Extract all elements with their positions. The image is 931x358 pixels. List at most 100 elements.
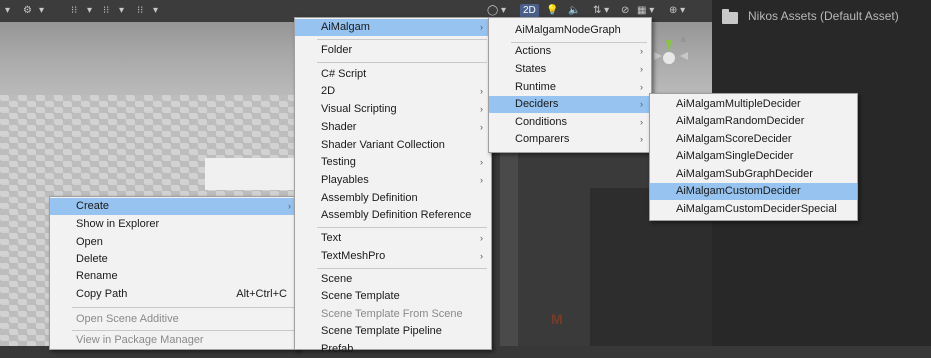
submenu-arrow-icon: › <box>480 175 483 185</box>
menu-item-conditions[interactable]: Conditions › <box>489 114 651 131</box>
menu-item-scene-template-pipeline[interactable]: Scene Template Pipeline <box>295 323 491 340</box>
menu-item-label: AiMalgamCustomDeciderSpecial <box>676 203 837 215</box>
effects-dropdown[interactable]: ⇅ ▾ <box>590 4 612 18</box>
menu-item-label: Assembly Definition Reference <box>321 209 472 221</box>
menu-item-label: Copy Path <box>76 288 128 300</box>
audio-toggle-icon[interactable]: 🔈 <box>565 4 583 18</box>
menu-item-custom-decider-special[interactable]: AiMalgamCustomDeciderSpecial <box>650 201 857 218</box>
menu-separator <box>72 330 295 331</box>
hidden-objects-icon[interactable]: ⊘ <box>618 4 632 18</box>
menu-item-label: AiMalgamScoreDecider <box>676 133 792 145</box>
menu-item-textmeshpro[interactable]: TextMeshPro › <box>295 248 491 265</box>
submenu-arrow-icon: › <box>640 46 643 56</box>
menu-item-runtime[interactable]: Runtime › <box>489 79 651 96</box>
menu-item-open-scene-additive: Open Scene Additive <box>50 311 299 328</box>
menu-item-label: Delete <box>76 253 108 265</box>
gizmo-tool-icon[interactable]: ⚙ <box>20 4 35 18</box>
menu-item-label: Scene <box>321 273 353 285</box>
menu-item-deciders[interactable]: Deciders › <box>489 96 651 113</box>
submenu-arrow-icon: › <box>480 122 483 132</box>
menu-item-prefab[interactable]: Prefab <box>295 341 491 358</box>
menu-item-label: Comparers <box>515 133 570 145</box>
menu-item-assembly-definition-reference[interactable]: Assembly Definition Reference <box>295 207 491 224</box>
menu-item-visual-scripting[interactable]: Visual Scripting › <box>295 101 491 118</box>
submenu-arrow-icon: › <box>288 201 291 211</box>
submenu-arrow-icon: › <box>640 134 643 144</box>
menu-item-create[interactable]: Create › <box>50 198 299 215</box>
grid-snapping-icon[interactable]: ⁝⁝ <box>68 4 80 18</box>
aimalgam-submenu: AiMalgamNodeGraph Actions › States › Run… <box>488 17 652 153</box>
menu-item-label: AiMalgamMultipleDecider <box>676 98 801 110</box>
menu-item-label: Open Scene Additive <box>76 313 179 325</box>
menu-item-testing[interactable]: Testing › <box>295 154 491 171</box>
menu-item-custom-decider[interactable]: AiMalgamCustomDecider <box>650 183 857 200</box>
menu-item-scene-template[interactable]: Scene Template <box>295 288 491 305</box>
submenu-arrow-icon: › <box>480 86 483 96</box>
menu-item-label: AiMalgam <box>321 21 370 33</box>
menu-item-label: Prefab <box>321 343 354 355</box>
menu-item-label: Visual Scripting <box>321 103 397 115</box>
svg-text:a: a <box>681 35 686 44</box>
submenu-arrow-icon: › <box>480 104 483 114</box>
menu-item-csharp-script[interactable]: C# Script <box>295 66 491 83</box>
camera-settings-dropdown[interactable]: ▦ ▾ <box>634 4 657 18</box>
submenu-arrow-icon: › <box>640 64 643 74</box>
menu-item-text[interactable]: Text › <box>295 230 491 247</box>
menu-item-states[interactable]: States › <box>489 61 651 78</box>
menu-item-random-decider[interactable]: AiMalgamRandomDecider <box>650 113 857 130</box>
menu-item-aimalgam-node-graph[interactable]: AiMalgamNodeGraph <box>489 22 651 39</box>
menu-item-shader-variant-collection[interactable]: Shader Variant Collection <box>295 137 491 154</box>
menu-item-assembly-definition[interactable]: Assembly Definition <box>295 190 491 207</box>
menu-item-copy-path[interactable]: Copy Path Alt+Ctrl+C <box>50 286 299 303</box>
submenu-arrow-icon: › <box>480 157 483 167</box>
menu-item-label: Playables <box>321 174 369 186</box>
menu-item-label: Actions <box>515 45 552 57</box>
menu-item-label: Conditions <box>515 116 567 128</box>
toolbar-dropdown-3[interactable]: ▾ <box>84 4 95 18</box>
menu-item-multiple-decider[interactable]: AiMalgamMultipleDecider <box>650 96 857 113</box>
draw-mode-dropdown[interactable]: ◯ ▾ <box>484 4 509 18</box>
menu-item-show-in-explorer[interactable]: Show in Explorer <box>50 216 299 233</box>
menu-item-label: AiMalgamRandomDecider <box>676 115 805 127</box>
menu-item-label: Open <box>76 236 103 248</box>
menu-item-2d[interactable]: 2D › <box>295 83 491 100</box>
menu-item-label: AiMalgamCustomDecider <box>676 185 801 197</box>
menu-item-label: Rename <box>76 270 118 282</box>
toolbar-dropdown-5[interactable]: ▾ <box>150 4 161 18</box>
menu-item-subgraph-decider[interactable]: AiMalgamSubGraphDecider <box>650 166 857 183</box>
menu-item-open[interactable]: Open <box>50 234 299 251</box>
menu-item-playables[interactable]: Playables › <box>295 172 491 189</box>
menu-item-aimalgam[interactable]: AiMalgam › <box>295 19 491 36</box>
menu-item-comparers[interactable]: Comparers › <box>489 131 651 148</box>
menu-item-label: Assembly Definition <box>321 192 418 204</box>
menu-item-scene[interactable]: Scene <box>295 271 491 288</box>
create-submenu: AiMalgam › Folder C# Script 2D › Visual … <box>294 17 492 355</box>
menu-item-score-decider[interactable]: AiMalgamScoreDecider <box>650 131 857 148</box>
menu-item-delete[interactable]: Delete <box>50 251 299 268</box>
menu-separator <box>317 227 487 228</box>
scene-cube <box>205 158 300 190</box>
asset-label[interactable]: Nikos Assets (Default Asset) <box>748 9 899 23</box>
increment-snapping-icon[interactable]: ⁝⁝ <box>134 4 146 18</box>
menu-item-folder[interactable]: Folder <box>295 42 491 59</box>
grid-visibility-icon[interactable]: ⁝⁝ <box>100 4 112 18</box>
scene-logo-mark: M <box>551 311 563 327</box>
submenu-arrow-icon: › <box>480 22 483 32</box>
menu-item-label: AiMalgamSingleDecider <box>676 150 794 162</box>
toolbar-dropdown-1[interactable]: ▾ <box>2 4 13 18</box>
toolbar-dropdown-2[interactable]: ▾ <box>36 4 47 18</box>
menu-separator <box>72 307 295 308</box>
deciders-submenu: AiMalgamMultipleDecider AiMalgamRandomDe… <box>649 93 858 221</box>
menu-item-label: Folder <box>321 44 353 56</box>
gizmos-dropdown[interactable]: ⊕ ▾ <box>666 4 688 18</box>
lighting-toggle-icon[interactable]: 💡 <box>543 4 561 18</box>
submenu-arrow-icon: › <box>640 99 643 109</box>
menu-item-label: 2D <box>321 85 336 97</box>
menu-item-actions[interactable]: Actions › <box>489 43 651 60</box>
toolbar-dropdown-4[interactable]: ▾ <box>116 4 127 18</box>
orientation-gizmo-icon[interactable]: a <box>652 30 710 90</box>
menu-item-rename[interactable]: Rename <box>50 268 299 285</box>
menu-item-shader[interactable]: Shader › <box>295 119 491 136</box>
2d-toggle-button[interactable]: 2D <box>520 4 539 18</box>
menu-item-single-decider[interactable]: AiMalgamSingleDecider <box>650 148 857 165</box>
